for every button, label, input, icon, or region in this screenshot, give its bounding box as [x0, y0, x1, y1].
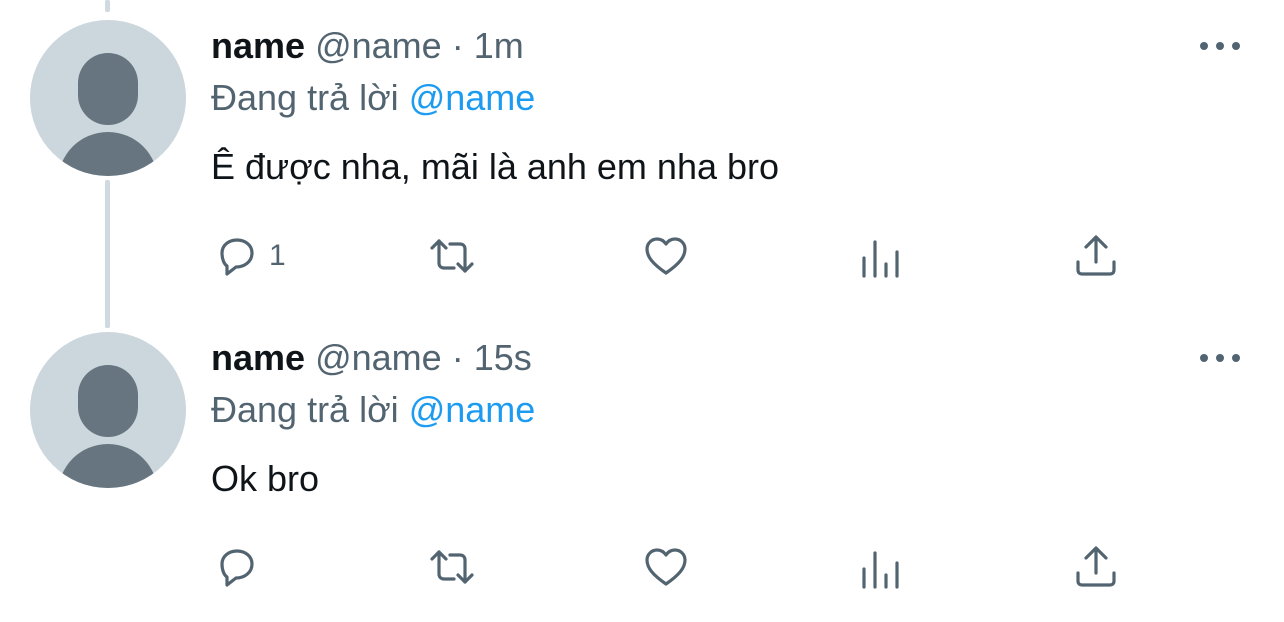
timestamp[interactable]: 1m — [474, 25, 524, 66]
like-icon — [645, 548, 687, 586]
replying-to-label: Đang trả lời — [211, 77, 399, 118]
mention-link[interactable]: @name — [409, 77, 536, 118]
timestamp[interactable]: 15s — [474, 337, 532, 378]
tweet-1[interactable]: name @name · 1m Đang trả lời @name Ê đượ… — [0, 0, 1284, 310]
tweet-text: Ok bro — [211, 458, 320, 499]
separator-dot: · — [451, 25, 464, 66]
mention-link[interactable]: @name — [409, 389, 536, 430]
analytics-button[interactable] — [858, 234, 906, 282]
avatar-head-shape — [78, 53, 138, 125]
tweet-header: name @name · 15s — [211, 336, 532, 380]
avatar-body-shape — [58, 132, 158, 176]
like-button[interactable] — [642, 543, 690, 591]
retweet-button[interactable] — [428, 232, 476, 280]
avatar[interactable] — [30, 332, 186, 488]
retweet-button[interactable] — [428, 543, 476, 591]
separator-dot: · — [451, 337, 464, 378]
replying-to-label: Đang trả lời — [211, 389, 399, 430]
tweet-text: Ê được nha, mãi là anh em nha bro — [211, 146, 780, 187]
like-button[interactable] — [642, 232, 690, 280]
analytics-icon — [862, 240, 899, 278]
avatar[interactable] — [30, 20, 186, 176]
handle[interactable]: @name — [315, 337, 442, 378]
like-icon — [645, 237, 687, 275]
display-name[interactable]: name — [211, 337, 305, 378]
handle[interactable]: @name — [315, 25, 442, 66]
more-icon[interactable] — [1198, 348, 1242, 368]
share-icon — [1076, 235, 1116, 276]
reply-button[interactable]: 1 — [213, 232, 286, 280]
reply-icon — [220, 238, 254, 276]
tweet-header: name @name · 1m — [211, 24, 524, 68]
share-button[interactable] — [1072, 232, 1120, 280]
more-icon[interactable] — [1198, 36, 1242, 56]
retweet-icon — [430, 550, 474, 584]
share-icon — [1076, 546, 1116, 587]
display-name[interactable]: name — [211, 25, 305, 66]
analytics-button[interactable] — [858, 545, 906, 593]
replying-to: Đang trả lời @name — [211, 388, 535, 432]
avatar-body-shape — [58, 444, 158, 488]
share-button[interactable] — [1072, 543, 1120, 591]
retweet-icon — [430, 239, 474, 273]
reply-count: 1 — [269, 239, 286, 272]
tweet-2[interactable]: name @name · 15s Đang trả lời @name Ok b… — [0, 312, 1284, 622]
reply-button[interactable] — [213, 543, 269, 591]
replying-to: Đang trả lời @name — [211, 76, 535, 120]
analytics-icon — [862, 551, 899, 589]
avatar-head-shape — [78, 365, 138, 437]
reply-icon — [220, 549, 254, 587]
